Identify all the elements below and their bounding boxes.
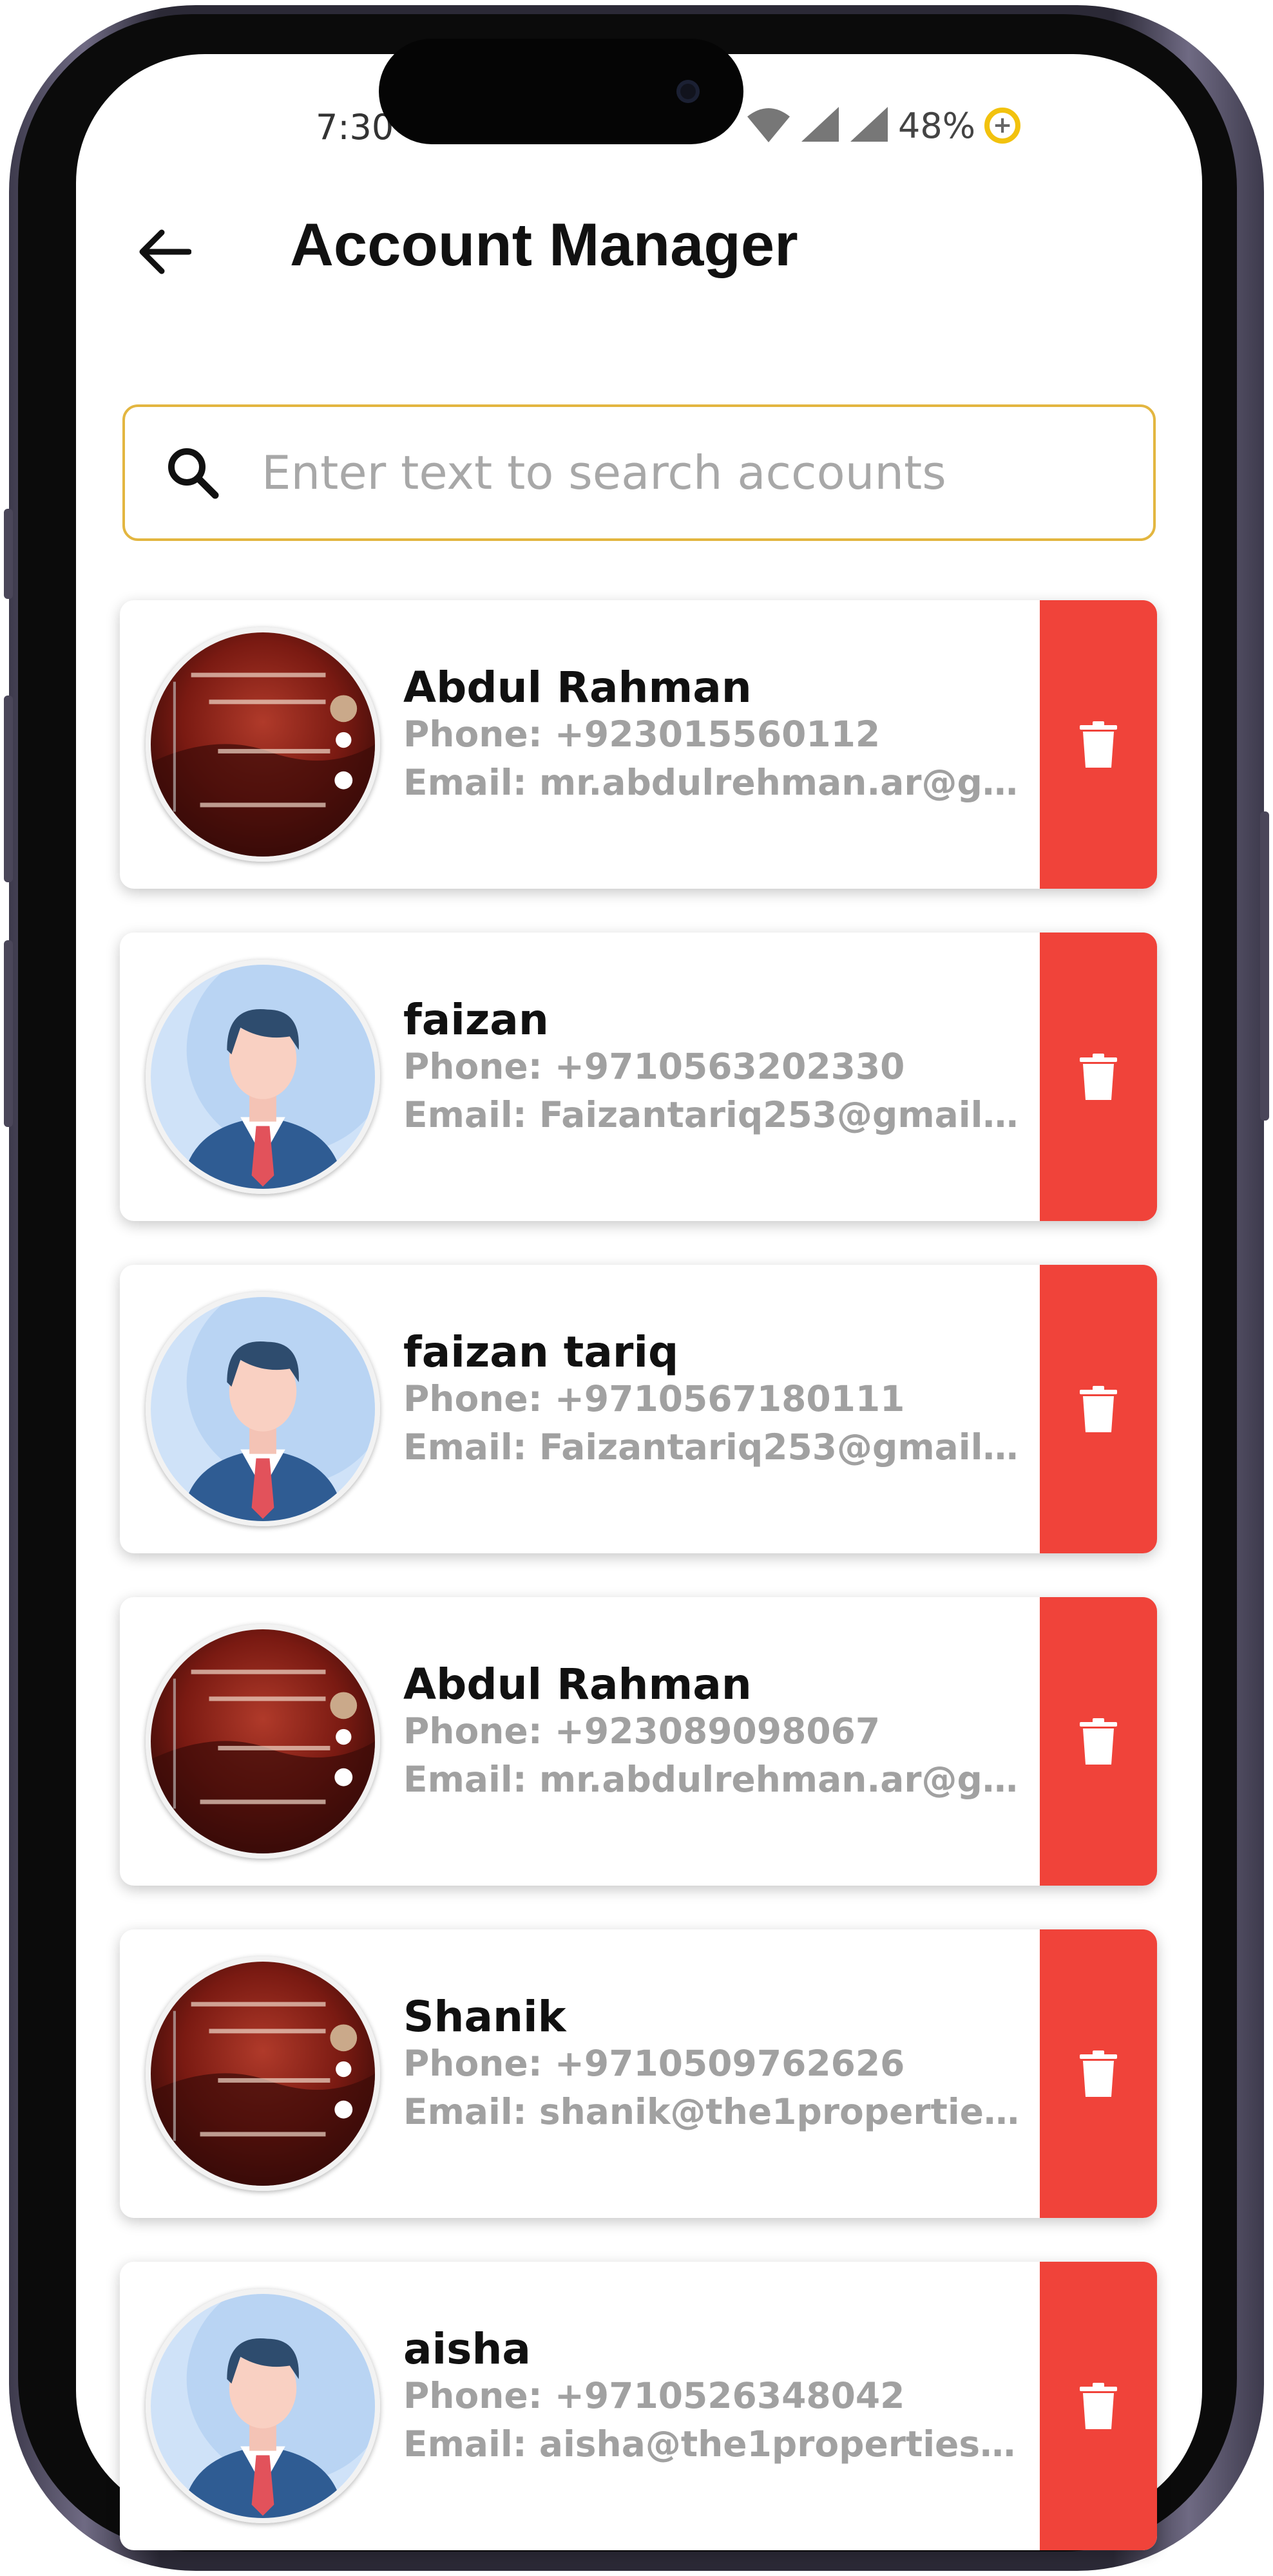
account-info: Shanik Phone: +9710509762626 Email: shan… (403, 1994, 1022, 2136)
account-info: aisha Phone: +9710526348042 Email: aisha… (403, 2326, 1022, 2468)
account-name: faizan (403, 995, 549, 1045)
account-info: faizan tariq Phone: +9710567180111 Email… (403, 1329, 1022, 1472)
volume-down-button (4, 940, 13, 1127)
default-avatar-icon (151, 2294, 375, 2518)
account-card[interactable]: faizan Phone: +9710563202330 Email: Faiz… (120, 933, 1157, 1221)
account-email: Email: aisha@the1properties.c... (403, 2423, 1022, 2465)
avatar (146, 1956, 380, 2191)
default-avatar-icon (151, 965, 375, 1189)
account-name: Abdul Rahman (403, 1660, 752, 1709)
avatar (146, 627, 380, 862)
battery-percentage: 48% (898, 105, 976, 146)
avatar (146, 1624, 380, 1859)
account-card[interactable]: Abdul Rahman Phone: +923089098067 Email:… (120, 1597, 1157, 1886)
trash-icon (1080, 721, 1117, 768)
account-email: Email: mr.abdulrehman.ar@g... (403, 762, 1022, 804)
account-phone: Phone: +923015560112 (403, 714, 881, 755)
account-name: Shanik (403, 1992, 566, 2041)
search-icon (164, 444, 222, 502)
trash-icon (1080, 2050, 1117, 2097)
arrow-left-icon (139, 229, 191, 274)
account-info: faizan Phone: +9710563202330 Email: Faiz… (403, 997, 1022, 1139)
account-phone: Phone: +9710563202330 (403, 1046, 905, 1088)
wifi-icon (746, 105, 791, 146)
power-button (1260, 811, 1269, 1121)
trash-icon (1080, 1386, 1117, 1432)
account-email: Email: Faizantariq253@gmail.c... (403, 1094, 1022, 1136)
page-title: Account Manager (290, 211, 798, 278)
photo-avatar-image (151, 632, 375, 857)
account-info: Abdul Rahman Phone: +923089098067 Email:… (403, 1662, 1022, 1804)
status-icons: 48% + (746, 103, 1021, 148)
back-button[interactable] (129, 216, 200, 287)
battery-saver-icon: + (984, 108, 1021, 144)
account-phone: Phone: +9710509762626 (403, 2043, 905, 2085)
avatar (146, 960, 380, 1194)
trash-icon (1080, 1718, 1117, 1765)
volume-up-button (4, 696, 13, 882)
account-info: Abdul Rahman Phone: +923015560112 Email:… (403, 665, 1022, 807)
account-phone: Phone: +923089098067 (403, 1710, 881, 1752)
account-phone: Phone: +9710567180111 (403, 1378, 905, 1420)
account-name: aisha (403, 2324, 531, 2374)
account-card[interactable]: Abdul Rahman Phone: +923015560112 Email:… (120, 600, 1157, 889)
delete-account-button[interactable] (1040, 1597, 1157, 1886)
delete-account-button[interactable] (1040, 2262, 1157, 2550)
account-name: faizan tariq (403, 1327, 679, 1377)
delete-account-button[interactable] (1040, 933, 1157, 1221)
front-camera (676, 80, 700, 103)
avatar (146, 2289, 380, 2523)
account-card[interactable]: Shanik Phone: +9710509762626 Email: shan… (120, 1929, 1157, 2218)
account-phone: Phone: +9710526348042 (403, 2375, 905, 2417)
photo-avatar-image (151, 1629, 375, 1853)
search-input[interactable] (260, 445, 1098, 500)
status-time: 7:30 (316, 107, 394, 147)
account-card[interactable]: faizan tariq Phone: +9710567180111 Email… (120, 1265, 1157, 1553)
delete-account-button[interactable] (1040, 1929, 1157, 2218)
account-email: Email: shanik@the1properties.... (403, 2091, 1022, 2133)
delete-account-button[interactable] (1040, 600, 1157, 889)
account-email: Email: Faizantariq253@gmail.c... (403, 1426, 1022, 1468)
search-box[interactable] (122, 404, 1156, 541)
trash-icon (1080, 1054, 1117, 1100)
photo-avatar-image (151, 1962, 375, 2186)
account-email: Email: mr.abdulrehman.ar@g... (403, 1759, 1022, 1801)
delete-account-button[interactable] (1040, 1265, 1157, 1553)
signal-icon-2 (849, 106, 889, 146)
account-name: Abdul Rahman (403, 663, 752, 712)
trash-icon (1080, 2383, 1117, 2429)
account-card[interactable]: aisha Phone: +9710526348042 Email: aisha… (120, 2262, 1157, 2550)
silent-switch (4, 509, 13, 599)
default-avatar-icon (151, 1297, 375, 1521)
avatar (146, 1292, 380, 1526)
signal-icon (800, 106, 840, 146)
